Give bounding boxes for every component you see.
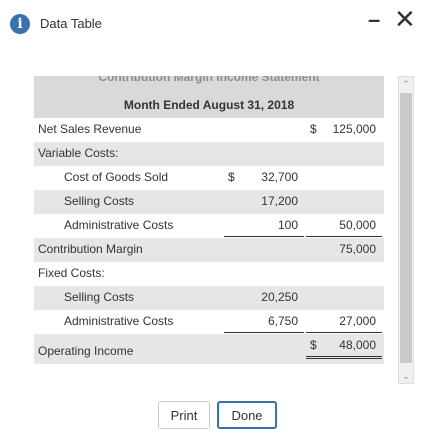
done-button[interactable]: Done xyxy=(217,401,277,429)
row-label: Net Sales Revenue xyxy=(38,122,142,136)
row-var-admin: Administrative Costs 100 50,000 xyxy=(34,214,384,238)
row-label: Variable Costs: xyxy=(38,146,119,160)
statement-title: Contribution Margin Income Statement xyxy=(98,76,320,84)
col1-cell: 17,200 xyxy=(224,190,304,212)
row-label: Selling Costs xyxy=(64,194,135,208)
info-icon: i xyxy=(10,14,30,34)
currency-sign: $ xyxy=(310,122,317,136)
col1-cell: 100 xyxy=(224,214,304,237)
col2-cell: $ 48,000 xyxy=(306,334,382,359)
window-title: Data Table xyxy=(40,16,102,31)
amount: 50,000 xyxy=(339,218,376,232)
amount: 75,000 xyxy=(339,242,376,256)
row-fixed-costs: Fixed Costs: xyxy=(34,262,384,286)
amount: 17,200 xyxy=(261,194,298,208)
vertical-scrollbar[interactable]: ⌃ ⌄ xyxy=(398,76,414,384)
row-net-sales: Net Sales Revenue $ 125,000 xyxy=(34,118,384,142)
row-label: Administrative Costs xyxy=(64,218,174,232)
statement-viewport: Contribution Margin Income Statement Mon… xyxy=(0,76,398,384)
amount: 125,000 xyxy=(332,122,376,136)
row-variable-costs: Variable Costs: xyxy=(34,142,384,166)
scroll-up-icon[interactable]: ⌃ xyxy=(399,77,413,91)
row-label: Operating Income xyxy=(38,344,134,358)
amount: 27,000 xyxy=(339,314,376,328)
row-operating-income: Operating Income $ 48,000 xyxy=(34,334,384,364)
currency-sign: $ xyxy=(310,338,317,352)
row-fix-admin: Administrative Costs 6,750 27,000 xyxy=(34,310,384,334)
currency-sign: $ xyxy=(228,170,235,184)
income-statement: Contribution Margin Income Statement Mon… xyxy=(34,76,384,364)
amount: 20,250 xyxy=(261,290,298,304)
row-label: Fixed Costs: xyxy=(38,266,105,280)
row-var-selling: Selling Costs 17,200 xyxy=(34,190,384,214)
close-icon[interactable]: ✕ xyxy=(394,6,416,32)
col1-cell: 6,750 xyxy=(224,310,304,333)
row-label: Administrative Costs xyxy=(64,314,174,328)
col2-cell: $ 125,000 xyxy=(306,118,382,140)
statement-header: Contribution Margin Income Statement Mon… xyxy=(34,76,384,118)
row-label: Cost of Goods Sold xyxy=(64,170,169,184)
row-fix-selling: Selling Costs 20,250 xyxy=(34,286,384,310)
scroll-down-icon[interactable]: ⌄ xyxy=(399,369,413,383)
amount: 100 xyxy=(277,218,298,232)
statement-period: Month Ended August 31, 2018 xyxy=(123,98,295,112)
amount: 48,000 xyxy=(339,338,376,352)
col2-cell: 27,000 xyxy=(306,310,382,333)
col2-cell: 50,000 xyxy=(306,214,382,237)
amount: 32,700 xyxy=(261,170,298,184)
col2-cell: 75,000 xyxy=(306,238,382,260)
row-label: Contribution Margin xyxy=(38,242,143,256)
print-button[interactable]: Print xyxy=(158,401,210,429)
minimize-icon[interactable]: – xyxy=(368,9,380,31)
amount: 6,750 xyxy=(267,314,298,328)
row-contribution-margin: Contribution Margin 75,000 xyxy=(34,238,384,262)
scrollbar-thumb[interactable] xyxy=(400,93,412,363)
row-cogs: Cost of Goods Sold $ 32,700 xyxy=(34,166,384,190)
col1-cell: $ 32,700 xyxy=(224,166,304,188)
col1-cell: 20,250 xyxy=(224,286,304,308)
row-label: Selling Costs xyxy=(64,290,135,304)
